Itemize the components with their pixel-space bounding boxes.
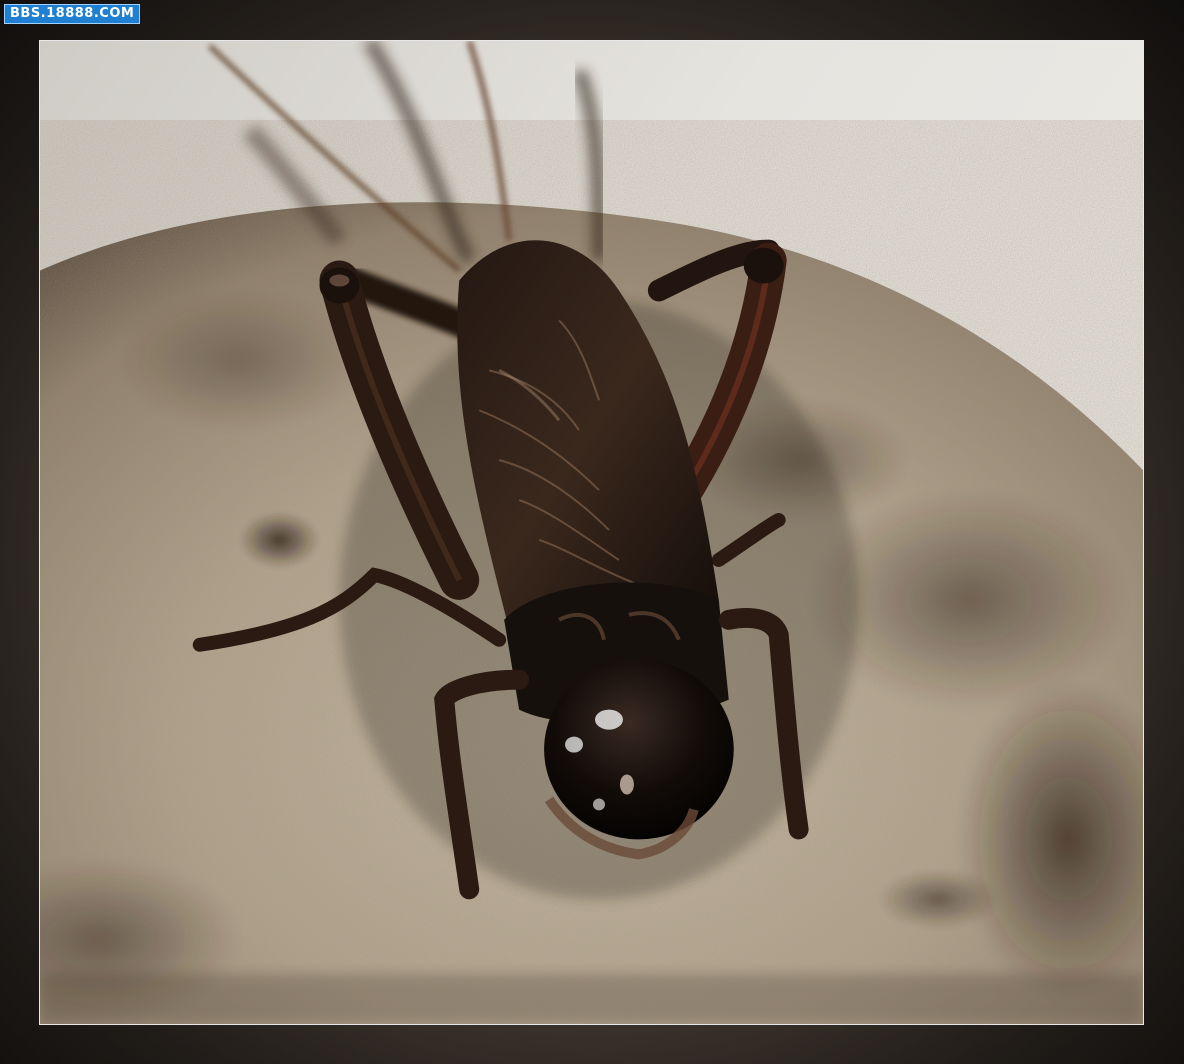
cricket-insect-icon (40, 41, 1143, 1024)
inset-photo (39, 40, 1144, 1025)
site-watermark: BBS.18888.COM (4, 4, 141, 24)
photo-viewer-page: BBS.18888.COM (0, 0, 1184, 1064)
